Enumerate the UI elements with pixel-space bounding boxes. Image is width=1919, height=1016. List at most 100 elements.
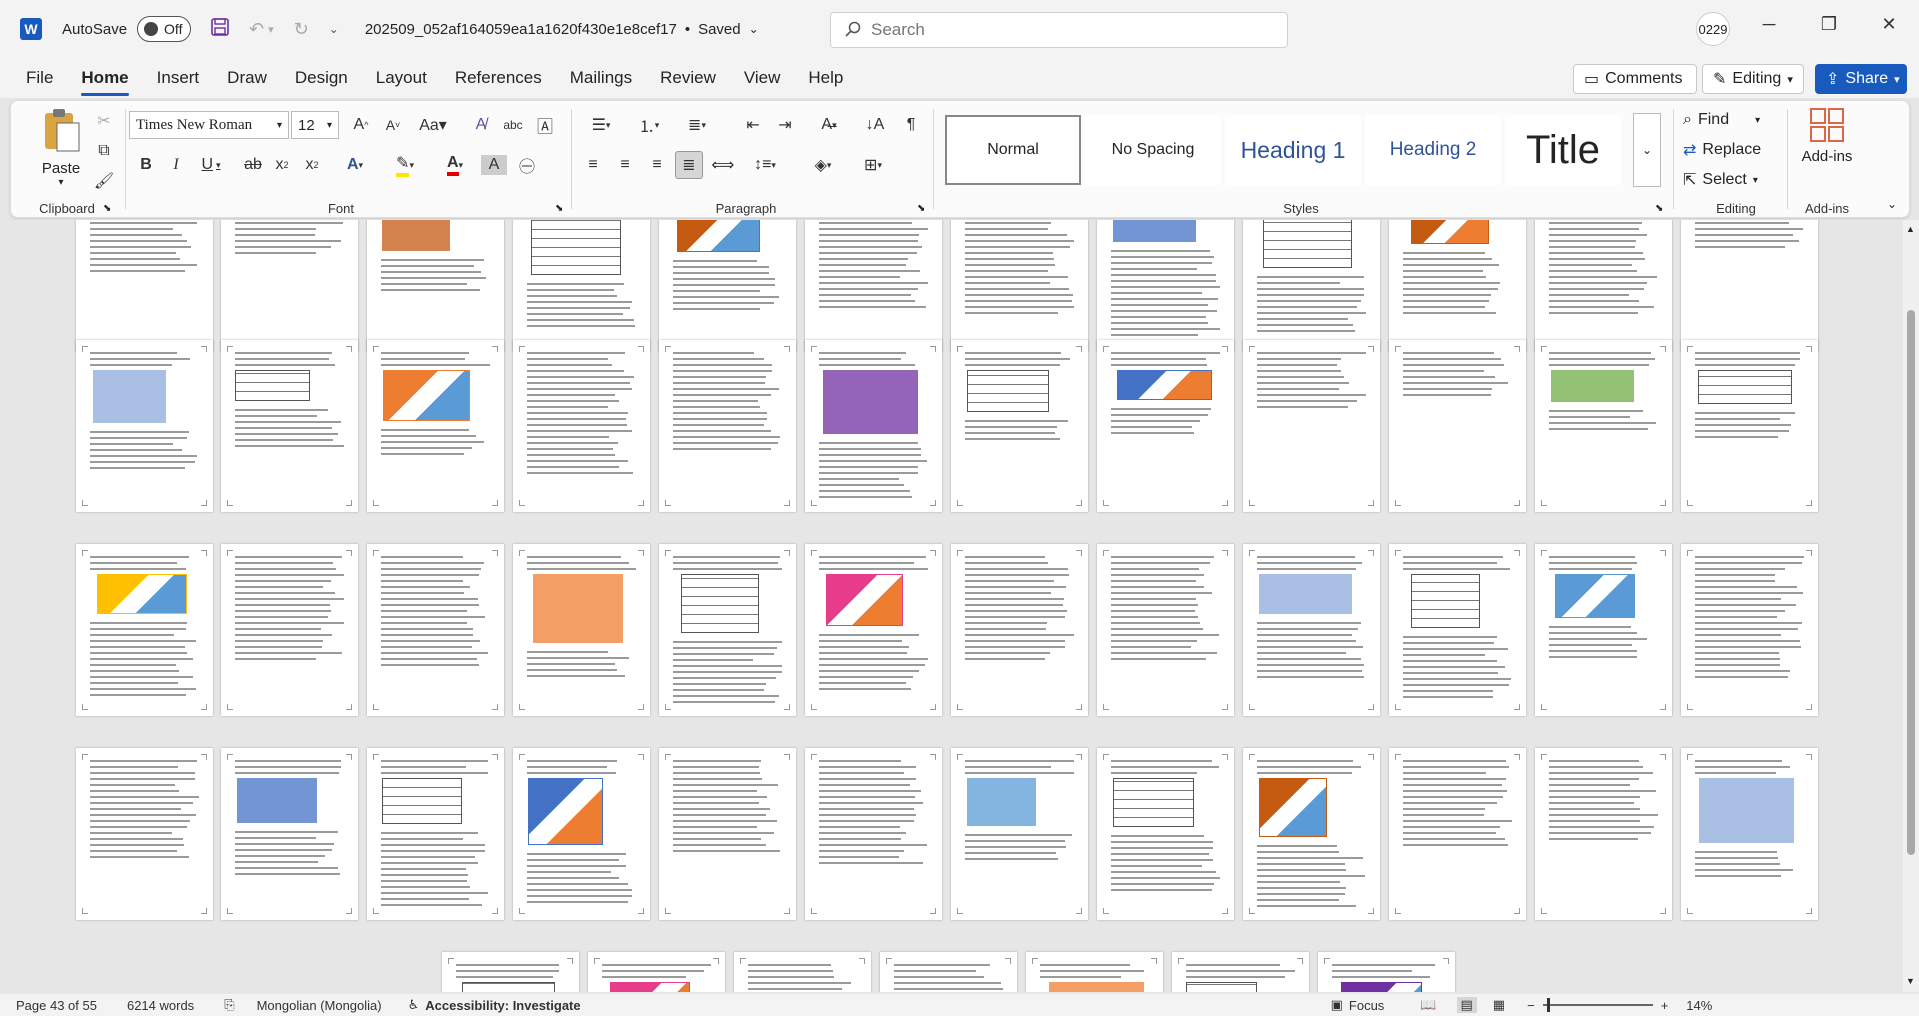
user-avatar[interactable]: 0229 [1696, 12, 1730, 46]
tab-home[interactable]: Home [67, 58, 142, 98]
asian-layout-icon[interactable]: A̶ ▾ [807, 111, 851, 139]
page-thumbnail[interactable] [1097, 340, 1234, 512]
undo-dropdown-icon[interactable]: ▾ [268, 23, 274, 36]
style-no-spacing[interactable]: No Spacing [1085, 115, 1221, 185]
page-thumbnail[interactable] [588, 952, 725, 992]
enclose-characters-icon[interactable]: ㊀ [513, 151, 541, 179]
style-heading-1[interactable]: Heading 1 [1225, 115, 1361, 185]
text-effects-icon[interactable]: A ▾ [335, 151, 375, 179]
accessibility-button[interactable]: ♿ Accessibility: Investigate [408, 997, 581, 1013]
tab-draw[interactable]: Draw [213, 58, 281, 98]
style-title[interactable]: Title [1505, 115, 1621, 185]
collapse-ribbon-icon[interactable]: ⌄ [1887, 197, 1897, 211]
page-thumbnail[interactable] [367, 220, 504, 352]
page-thumbnail[interactable] [442, 952, 579, 992]
align-left-icon[interactable]: ≡ [579, 151, 607, 179]
cut-icon[interactable]: ✂ [91, 107, 117, 135]
numbering-icon[interactable]: ⒈ ▾ [627, 111, 671, 139]
page-thumbnail[interactable] [1389, 340, 1526, 512]
tab-insert[interactable]: Insert [143, 58, 214, 98]
page-thumbnail[interactable] [1097, 748, 1234, 920]
page-thumbnail[interactable] [805, 220, 942, 352]
page-thumbnail[interactable] [1535, 340, 1672, 512]
page-thumbnail[interactable] [513, 340, 650, 512]
page-thumbnail[interactable] [659, 340, 796, 512]
page-thumbnail[interactable] [1243, 748, 1380, 920]
superscript-icon[interactable]: x2 [299, 151, 325, 179]
justify-icon[interactable]: ≣ [675, 151, 703, 179]
page-thumbnail[interactable] [1535, 220, 1672, 352]
paragraph-launcher-icon[interactable]: ⬊ [917, 203, 925, 214]
clear-formatting-icon[interactable]: A̸ [467, 111, 495, 139]
strikethrough-icon[interactable]: ab [239, 151, 267, 179]
page-thumbnail[interactable] [1243, 220, 1380, 352]
page-thumbnail[interactable] [76, 220, 213, 352]
page-thumbnail[interactable] [1535, 748, 1672, 920]
scrollbar-thumb[interactable] [1907, 310, 1915, 855]
tab-file[interactable]: File [12, 58, 67, 98]
subscript-icon[interactable]: x2 [269, 151, 295, 179]
page-thumbnail[interactable] [805, 340, 942, 512]
copy-icon[interactable]: ⧉ [91, 137, 117, 165]
page-thumbnail[interactable] [805, 748, 942, 920]
document-canvas[interactable] [0, 220, 1903, 992]
align-center-icon[interactable]: ≡ [611, 151, 639, 179]
page-thumbnail[interactable] [221, 220, 358, 352]
page-thumbnail[interactable] [659, 544, 796, 716]
multilevel-list-icon[interactable]: ≣ ▾ [675, 111, 719, 139]
page-thumbnail[interactable] [1097, 220, 1234, 352]
replace-button[interactable]: ⇄ Replace [1683, 137, 1761, 163]
font-color-icon[interactable]: A ▾ [435, 151, 475, 179]
font-launcher-icon[interactable]: ⬊ [555, 203, 563, 214]
page-thumbnail[interactable] [951, 748, 1088, 920]
character-border-icon[interactable]: 🄰 [531, 111, 559, 139]
tab-layout[interactable]: Layout [362, 58, 441, 98]
page-indicator[interactable]: Page 43 of 55 [16, 998, 97, 1013]
page-thumbnail[interactable] [951, 220, 1088, 352]
change-case-icon[interactable]: Aa▾ [413, 111, 453, 139]
save-icon[interactable] [211, 17, 229, 41]
vertical-scrollbar[interactable]: ▲ ▼ [1903, 220, 1919, 992]
page-thumbnail[interactable] [951, 340, 1088, 512]
show-formatting-marks-icon[interactable]: ¶ [897, 111, 925, 139]
page-thumbnail[interactable] [1243, 544, 1380, 716]
zoom-slider[interactable] [1542, 998, 1653, 1012]
page-thumbnail[interactable] [1243, 340, 1380, 512]
page-thumbnail[interactable] [221, 544, 358, 716]
sort-icon[interactable]: ↓A [861, 111, 889, 139]
page-thumbnail[interactable] [76, 748, 213, 920]
page-thumbnail[interactable] [659, 220, 796, 352]
page-thumbnail[interactable] [367, 544, 504, 716]
style-normal[interactable]: Normal [945, 115, 1081, 185]
comments-button[interactable]: ▭ Comments [1573, 64, 1697, 94]
shrink-font-icon[interactable]: A ˅ [379, 111, 407, 139]
page-thumbnail[interactable] [76, 544, 213, 716]
page-thumbnail[interactable] [1535, 544, 1672, 716]
page-thumbnail[interactable] [1318, 952, 1455, 992]
page-thumbnail[interactable] [1681, 544, 1818, 716]
tab-references[interactable]: References [441, 58, 556, 98]
zoom-in-icon[interactable]: + [1661, 998, 1669, 1013]
restore-icon[interactable]: ❐ [1814, 14, 1844, 35]
minimize-icon[interactable]: ─ [1754, 14, 1784, 35]
page-thumbnail[interactable] [1389, 544, 1526, 716]
decrease-indent-icon[interactable]: ⇤ [739, 111, 767, 139]
tab-mailings[interactable]: Mailings [556, 58, 646, 98]
page-thumbnail[interactable] [1172, 952, 1309, 992]
bullets-icon[interactable]: ☰ ▾ [579, 111, 623, 139]
page-thumbnail[interactable] [221, 748, 358, 920]
tab-review[interactable]: Review [646, 58, 730, 98]
add-ins-button[interactable]: Add-ins [1797, 107, 1857, 187]
page-thumbnail[interactable] [367, 340, 504, 512]
editing-mode-button[interactable]: ✎ Editing ▾ [1702, 64, 1804, 94]
tab-help[interactable]: Help [794, 58, 857, 98]
page-thumbnail[interactable] [734, 952, 871, 992]
borders-icon[interactable]: ⊞ ▾ [851, 151, 895, 179]
line-spacing-icon[interactable]: ↕≡ ▾ [743, 151, 787, 179]
page-thumbnail[interactable] [513, 544, 650, 716]
increase-indent-icon[interactable]: ⇥ [771, 111, 799, 139]
search-box[interactable] [830, 12, 1288, 48]
scroll-up-icon[interactable]: ▲ [1906, 224, 1915, 234]
underline-icon[interactable]: U ▾ [193, 151, 229, 179]
undo-icon[interactable]: ↶ [249, 19, 264, 40]
